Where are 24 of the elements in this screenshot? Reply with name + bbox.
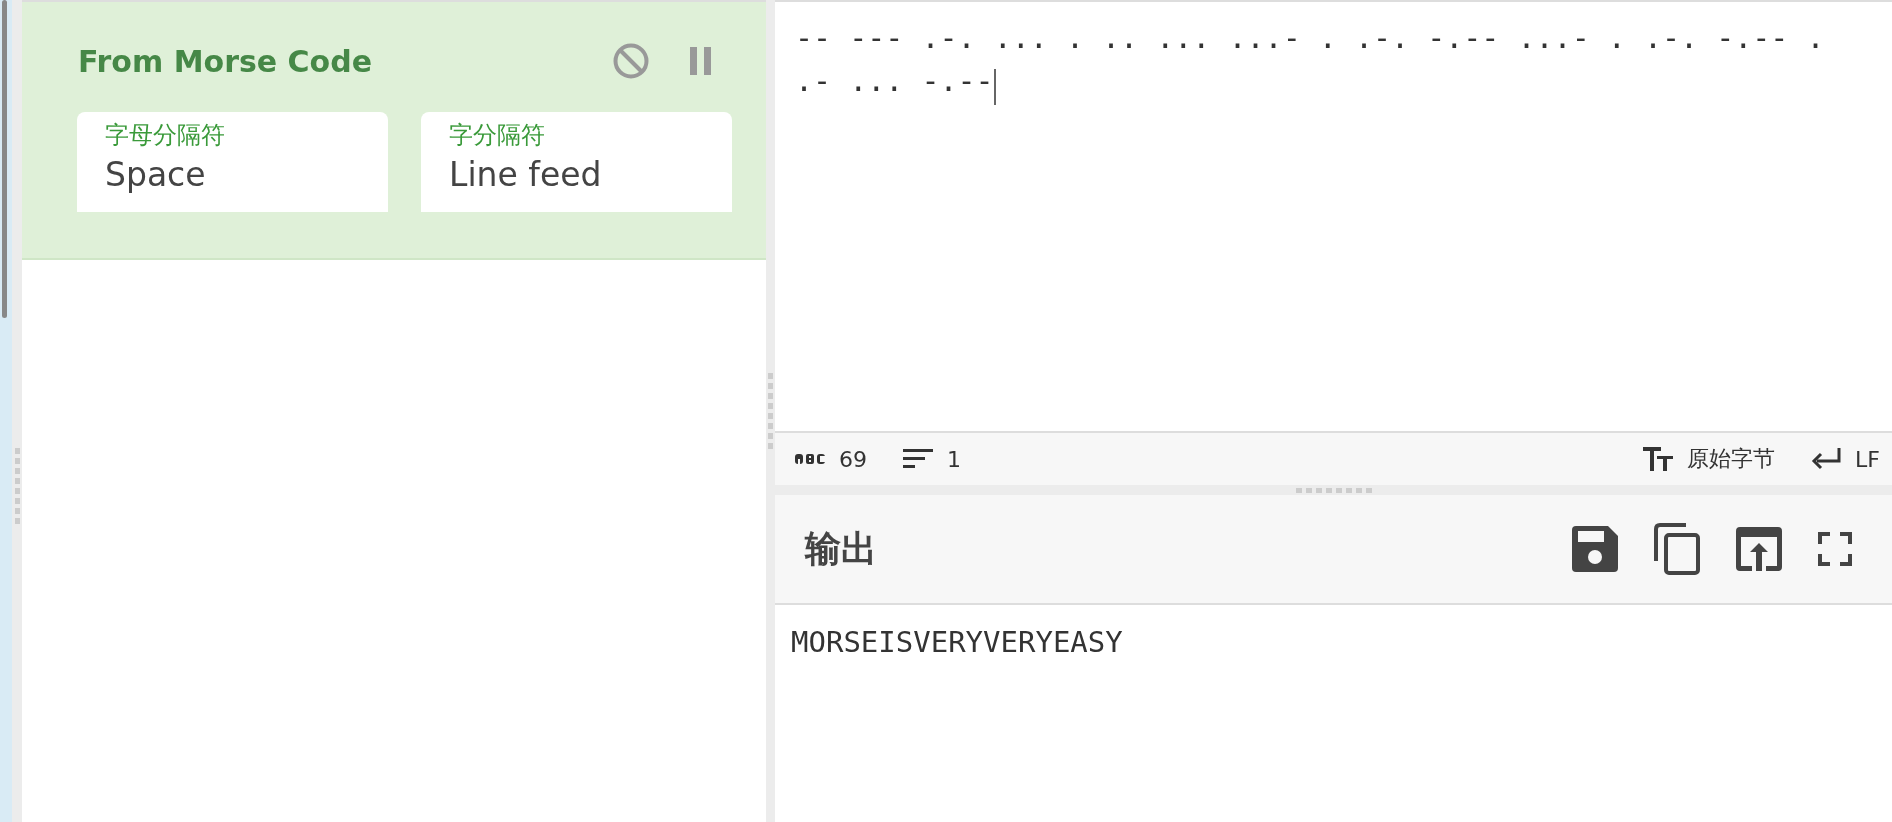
resize-handle[interactable]	[1295, 487, 1372, 493]
output-text: MORSEISVERYVERYEASY	[791, 625, 1123, 659]
disable-icon[interactable]	[612, 42, 650, 80]
argument-field[interactable]: 字分隔符 Line feed	[421, 112, 732, 212]
length-count: 69	[839, 446, 867, 472]
abc-icon	[795, 453, 825, 465]
input-text: -- --- .-. ... . .. ... ...- . .-. -.-- ...- . .-. -.-- . .- ... -.--	[795, 20, 1826, 98]
resize-handle[interactable]	[14, 448, 20, 524]
output-title: 输出	[805, 526, 878, 571]
fullscreen-icon[interactable]	[1818, 532, 1852, 566]
save-icon[interactable]	[1572, 526, 1618, 572]
resize-handle[interactable]	[768, 373, 773, 449]
line-count: 1	[947, 446, 961, 472]
eol-label[interactable]: LF	[1855, 446, 1880, 472]
open-in-window-icon[interactable]	[1736, 527, 1782, 571]
return-icon	[1811, 448, 1842, 470]
lines-icon	[903, 447, 933, 471]
pause-icon[interactable]	[690, 47, 712, 75]
text-size-icon[interactable]	[1643, 447, 1674, 471]
operation-title: From Morse Code	[78, 43, 373, 79]
encoding-label[interactable]: 原始字节	[1687, 444, 1776, 474]
copy-icon[interactable]	[1654, 523, 1700, 575]
scrollbar-thumb[interactable]	[2, 0, 7, 318]
argument-field[interactable]: 字母分隔符 Space	[77, 112, 388, 212]
